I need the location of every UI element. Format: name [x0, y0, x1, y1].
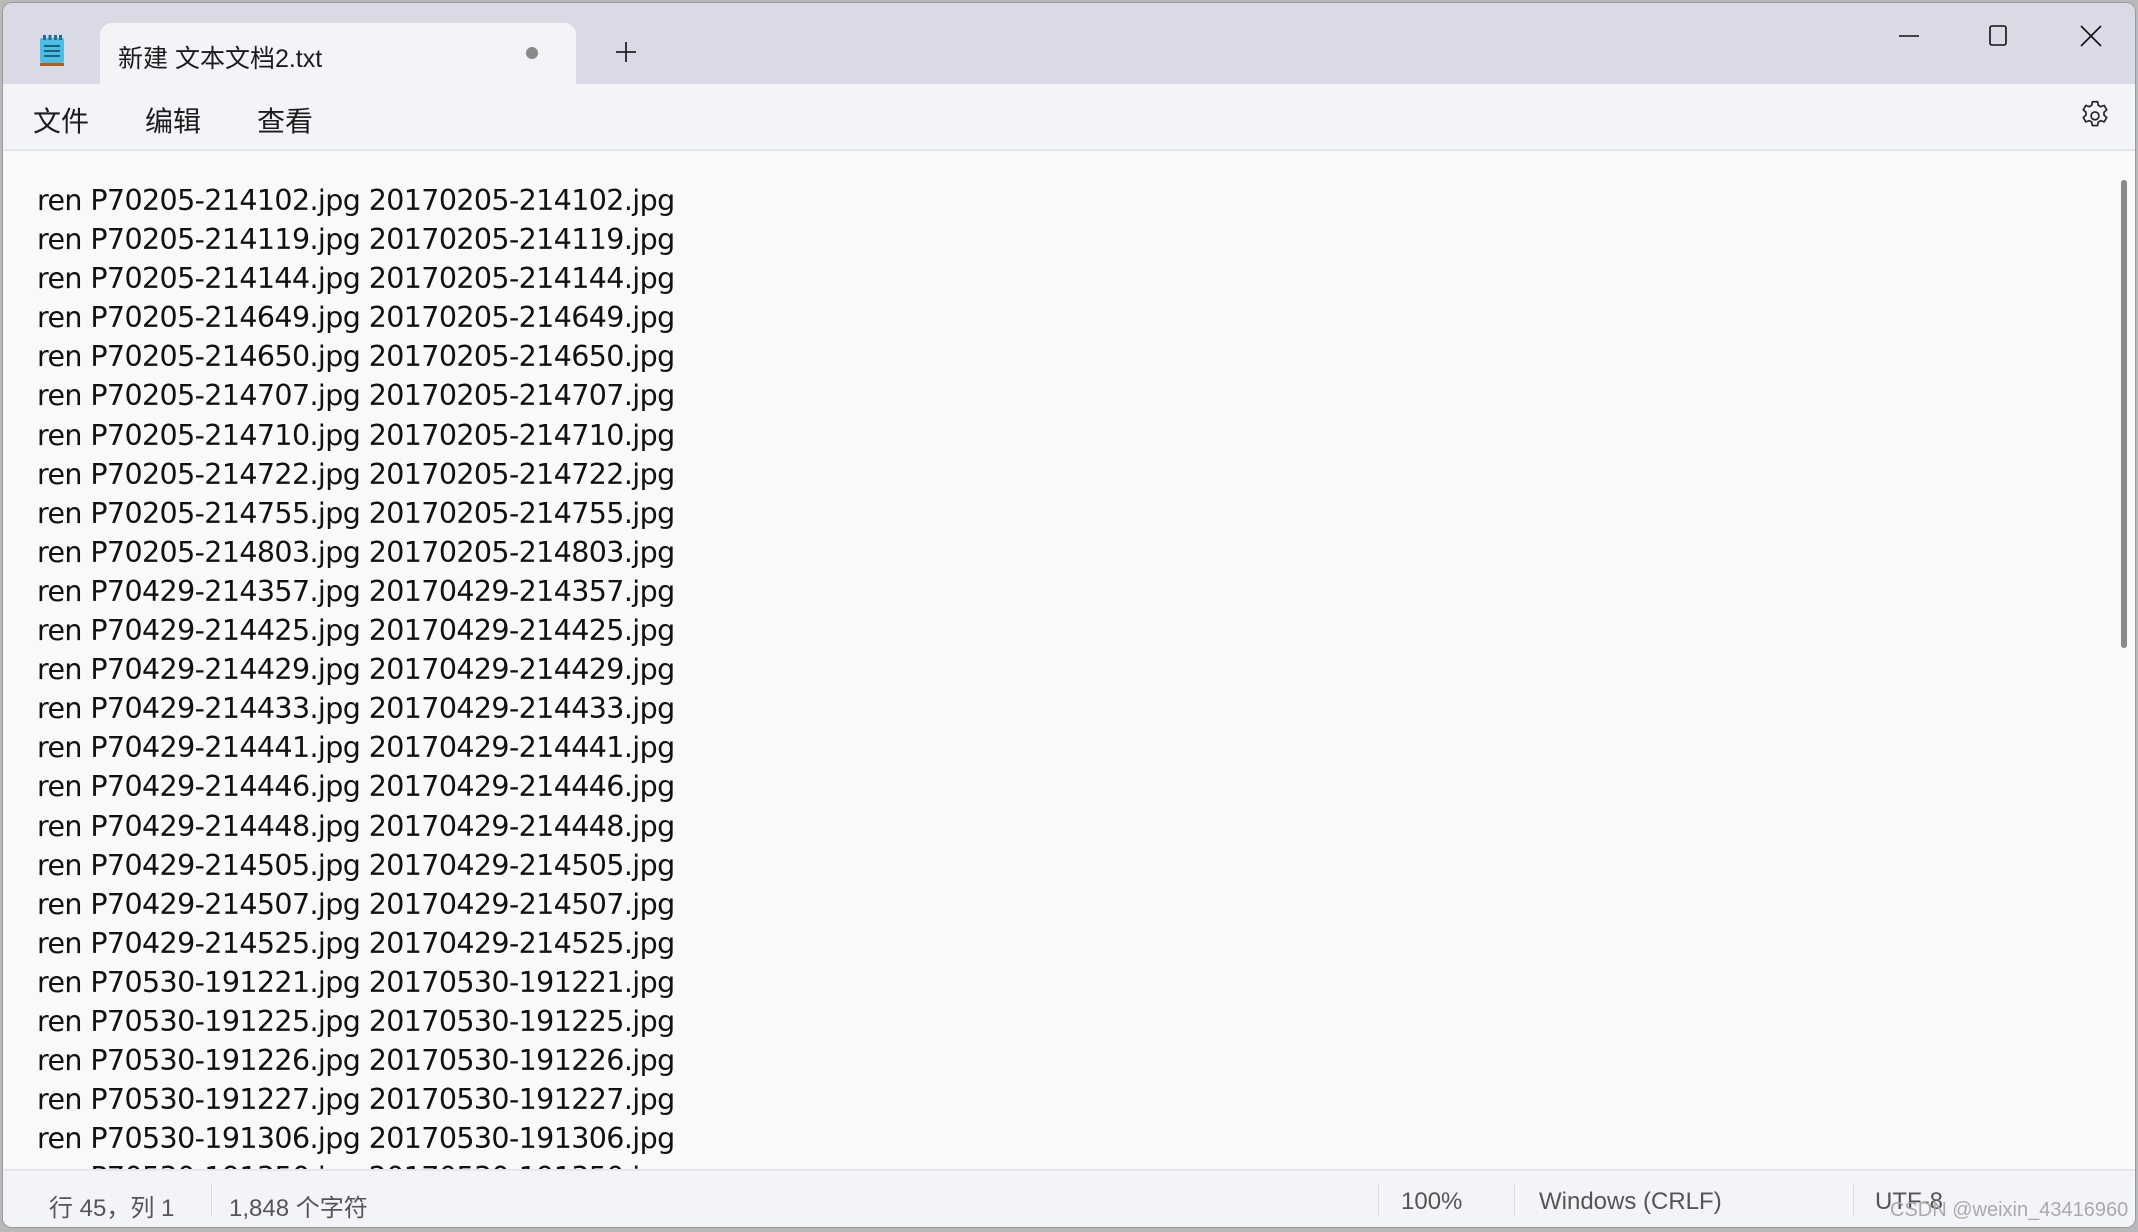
- text-line[interactable]: ren P70429-214446.jpg 20170429-214446.jp…: [37, 767, 675, 806]
- text-line[interactable]: ren P70429-214357.jpg 20170429-214357.jp…: [37, 572, 675, 611]
- new-tab-button[interactable]: [609, 35, 643, 69]
- text-line[interactable]: ren P70429-214433.jpg 20170429-214433.jp…: [37, 689, 675, 728]
- minimize-button[interactable]: [1869, 11, 1949, 61]
- maximize-icon: [1989, 25, 2007, 46]
- text-line[interactable]: ren P70205-214707.jpg 20170205-214707.jp…: [37, 376, 675, 415]
- close-icon: [2080, 25, 2102, 47]
- text-line[interactable]: ren P70429-214505.jpg 20170429-214505.jp…: [37, 846, 675, 885]
- watermark: CSDN @weixin_43416960: [1890, 1199, 2129, 1221]
- editor-text[interactable]: ren P70205-214102.jpg 20170205-214102.jp…: [37, 181, 675, 1169]
- status-divider: [1378, 1183, 1379, 1217]
- minimize-icon: [1899, 35, 1919, 37]
- text-line[interactable]: ren P70429-214429.jpg 20170429-214429.jp…: [37, 650, 675, 689]
- status-bar: 行 45，列 1 1,848 个字符 100% Windows (CRLF) U…: [3, 1169, 2135, 1227]
- text-line[interactable]: ren P70205-214710.jpg 20170205-214710.jp…: [37, 416, 675, 455]
- cursor-position: 行 45，列 1: [49, 1195, 175, 1222]
- status-divider: [1853, 1183, 1854, 1217]
- text-line[interactable]: ren P70205-214803.jpg 20170205-214803.jp…: [37, 533, 675, 572]
- maximize-button[interactable]: [1958, 11, 2038, 61]
- text-line[interactable]: ren P70530-191221.jpg 20170530-191221.jp…: [37, 963, 675, 1002]
- zoom-level[interactable]: 100%: [1401, 1188, 1462, 1216]
- character-count: 1,848 个字符: [229, 1195, 368, 1222]
- text-line[interactable]: ren P70530-191227.jpg 20170530-191227.jp…: [37, 1080, 675, 1119]
- text-line[interactable]: ren P70205-214102.jpg 20170205-214102.jp…: [37, 181, 675, 220]
- gear-icon: [2082, 100, 2108, 127]
- unsaved-dot-icon[interactable]: [526, 47, 538, 59]
- text-line[interactable]: ren P70530-191226.jpg 20170530-191226.jp…: [37, 1041, 675, 1080]
- menu-view[interactable]: 查看: [253, 98, 317, 142]
- tab-document[interactable]: 新建 文本文档2.txt: [100, 23, 576, 84]
- text-line[interactable]: ren P70429-214448.jpg 20170429-214448.jp…: [37, 807, 675, 846]
- text-line[interactable]: ren P70530-191225.jpg 20170530-191225.jp…: [37, 1002, 675, 1041]
- title-bar: 新建 文本文档2.txt: [3, 3, 2135, 84]
- status-divider: [211, 1183, 212, 1217]
- menu-edit[interactable]: 编辑: [141, 98, 205, 142]
- tab-title: 新建 文本文档2.txt: [118, 45, 323, 73]
- text-line[interactable]: ren P70205-214119.jpg 20170205-214119.jp…: [37, 220, 675, 259]
- text-line[interactable]: ren P70205-214650.jpg 20170205-214650.jp…: [37, 337, 675, 376]
- notepad-window: 新建 文本文档2.txt 文件 编辑 查看 ren P70205-214102.…: [2, 2, 2136, 1228]
- text-line[interactable]: ren P70429-214525.jpg 20170429-214525.jp…: [37, 924, 675, 963]
- text-line[interactable]: ren P70429-214441.jpg 20170429-214441.jp…: [37, 728, 675, 767]
- text-line[interactable]: ren P70429-214507.jpg 20170429-214507.jp…: [37, 885, 675, 924]
- text-line[interactable]: ren P70205-214144.jpg 20170205-214144.jp…: [37, 259, 675, 298]
- plus-icon: [616, 42, 636, 62]
- menu-bar: 文件 编辑 查看: [3, 84, 2135, 151]
- menu-file[interactable]: 文件: [29, 98, 93, 142]
- text-line[interactable]: ren P70530-191306.jpg 20170530-191306.jp…: [37, 1119, 675, 1158]
- text-line[interactable]: ren P70530-191350.jpg 20170530-191350.jp…: [37, 1158, 675, 1169]
- status-divider: [1514, 1183, 1515, 1217]
- settings-button[interactable]: [2077, 98, 2113, 134]
- text-line[interactable]: ren P70205-214722.jpg 20170205-214722.jp…: [37, 455, 675, 494]
- line-ending[interactable]: Windows (CRLF): [1539, 1188, 1722, 1216]
- text-line[interactable]: ren P70205-214649.jpg 20170205-214649.jp…: [37, 298, 675, 337]
- text-line[interactable]: ren P70429-214425.jpg 20170429-214425.jp…: [37, 611, 675, 650]
- notepad-icon: [39, 35, 65, 67]
- text-editor[interactable]: ren P70205-214102.jpg 20170205-214102.jp…: [3, 151, 2135, 1169]
- vertical-scrollbar[interactable]: [2121, 180, 2127, 648]
- close-button[interactable]: [2051, 11, 2131, 61]
- text-line[interactable]: ren P70205-214755.jpg 20170205-214755.jp…: [37, 494, 675, 533]
